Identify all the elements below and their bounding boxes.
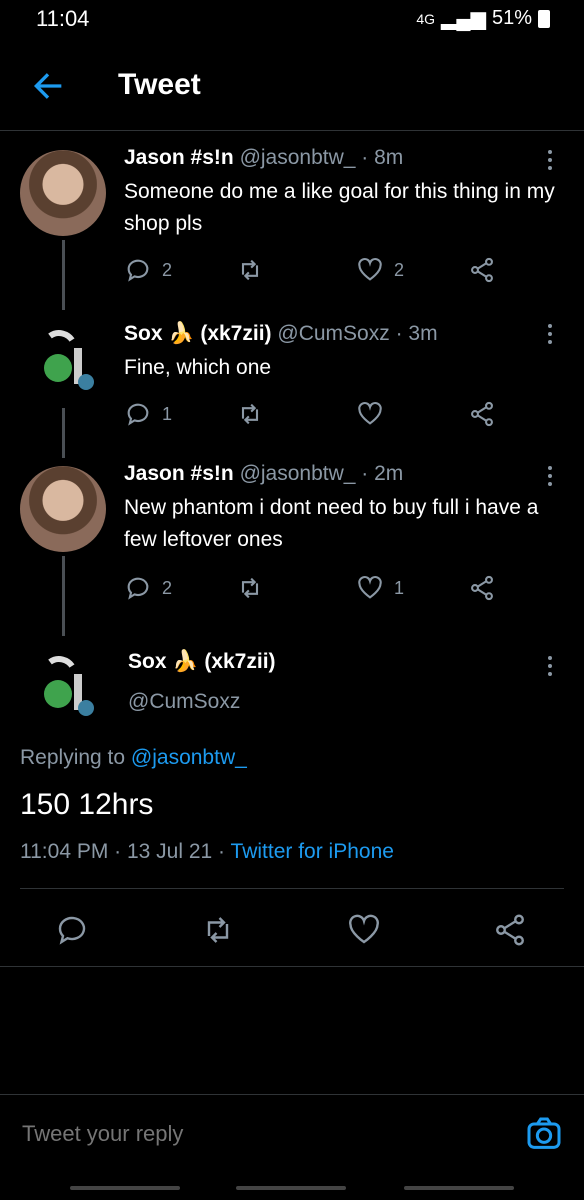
display-name[interactable]: Jason #s!n xyxy=(124,462,234,485)
share-icon xyxy=(471,575,493,601)
status-icons: 4G ▂▄▆ 51% xyxy=(416,6,550,31)
reply-icon xyxy=(127,577,149,600)
retweet-action[interactable] xyxy=(236,256,264,284)
share-action[interactable] xyxy=(468,256,496,284)
tweet-text: New phantom i dont need to buy full i ha… xyxy=(124,496,539,551)
more-options-icon[interactable] xyxy=(540,464,560,488)
reply-divider xyxy=(0,1094,584,1095)
tweet-text: Fine, which one xyxy=(124,356,272,379)
share-icon xyxy=(471,401,493,427)
handle[interactable]: @jasonbtw_ xyxy=(240,146,356,169)
share-action[interactable] xyxy=(468,574,496,602)
main-display-name-text: Sox 🍌 (xk7zii) xyxy=(128,650,276,673)
reply-count: 2 xyxy=(162,577,173,598)
reply-icon xyxy=(127,259,149,282)
heart-icon xyxy=(358,575,382,599)
reply-input[interactable] xyxy=(20,1120,484,1148)
retweet-action[interactable] xyxy=(236,400,264,428)
retweet-icon xyxy=(241,577,259,599)
handle[interactable]: @jasonbtw_ xyxy=(240,462,356,485)
thread-line xyxy=(62,556,65,636)
share-icon[interactable] xyxy=(492,912,528,948)
network-label: 4G xyxy=(416,10,436,27)
reply-count: 2 xyxy=(162,259,173,280)
tweet-timestamp: 11:04 PM · 13 Jul 21 · xyxy=(20,840,226,863)
like-count: 2 xyxy=(394,259,405,280)
retweet-icon[interactable] xyxy=(200,912,236,948)
tweet-time: · 8m xyxy=(361,146,404,169)
like-action[interactable] xyxy=(356,400,384,428)
alien-avatar-icon xyxy=(44,656,94,716)
thread-line xyxy=(62,408,65,458)
like-count: 1 xyxy=(394,577,405,598)
nav-pill xyxy=(70,1186,180,1190)
tweet-time: · 2m xyxy=(361,462,404,485)
reply-action[interactable]: 1 xyxy=(124,400,172,428)
reply-icon[interactable] xyxy=(54,912,90,948)
share-action[interactable] xyxy=(468,400,496,428)
replying-to: Replying to @jasonbtw_ xyxy=(20,746,247,770)
reply-action[interactable]: 2 xyxy=(124,256,172,284)
reply-action[interactable]: 2 xyxy=(124,574,172,602)
back-arrow-icon[interactable] xyxy=(28,66,68,106)
nav-pill xyxy=(236,1186,346,1190)
battery-icon xyxy=(538,9,550,28)
thread-line xyxy=(62,240,65,310)
more-options-icon[interactable] xyxy=(540,148,560,172)
battery-label: 51% xyxy=(491,7,532,29)
tweet-text: Someone do me a like goal for this thing… xyxy=(124,180,555,235)
header-divider xyxy=(0,130,584,131)
main-display-name[interactable]: Sox 🍌 (xk7zii) xyxy=(128,650,276,674)
heart-icon[interactable] xyxy=(346,912,382,948)
share-icon xyxy=(471,257,493,283)
retweet-action[interactable] xyxy=(236,574,264,602)
reply-count: 1 xyxy=(162,403,173,424)
main-handle[interactable]: @CumSoxz xyxy=(128,690,240,714)
status-time: 11:04 xyxy=(36,6,90,31)
main-tweet-text: 150 12hrs xyxy=(20,788,154,821)
retweet-icon xyxy=(241,403,259,425)
nav-pill xyxy=(404,1186,514,1190)
page-title: Tweet xyxy=(118,68,201,101)
tweet-header: Jason #s!n @jasonbtw_ · 8m xyxy=(124,146,403,170)
like-action[interactable]: 2 xyxy=(356,256,404,284)
retweet-icon xyxy=(241,259,259,281)
more-options-icon[interactable] xyxy=(540,654,560,678)
avatar-jason[interactable] xyxy=(20,150,106,236)
more-options-icon[interactable] xyxy=(540,322,560,346)
tweet-time: · 3m xyxy=(395,322,438,345)
like-action[interactable]: 1 xyxy=(356,574,404,602)
alien-avatar-icon xyxy=(44,330,94,390)
display-name[interactable]: Sox 🍌 (xk7zii) xyxy=(124,322,272,345)
tweet-header: Sox 🍌 (xk7zii) @CumSoxz · 3m xyxy=(124,322,438,346)
action-divider xyxy=(0,966,584,967)
signal-icon: ▂▄▆ xyxy=(441,8,486,30)
camera-icon[interactable] xyxy=(524,1114,564,1154)
replying-handle-link[interactable]: @jasonbtw_ xyxy=(131,746,247,769)
display-name[interactable]: Jason #s!n xyxy=(124,146,234,169)
heart-icon xyxy=(358,257,382,281)
reply-icon xyxy=(127,403,149,426)
heart-icon xyxy=(358,401,382,425)
tweet-header: Jason #s!n @jasonbtw_ · 2m xyxy=(124,462,403,486)
tweet-meta: 11:04 PM · 13 Jul 21 · Twitter for iPhon… xyxy=(20,840,394,864)
meta-divider xyxy=(20,888,564,889)
avatar-sox[interactable] xyxy=(20,318,106,404)
avatar-sox[interactable] xyxy=(20,644,106,730)
avatar-jason[interactable] xyxy=(20,466,106,552)
replying-prefix: Replying to xyxy=(20,746,126,769)
handle[interactable]: @CumSoxz xyxy=(277,322,389,345)
tweet-source-link[interactable]: Twitter for iPhone xyxy=(231,840,394,863)
